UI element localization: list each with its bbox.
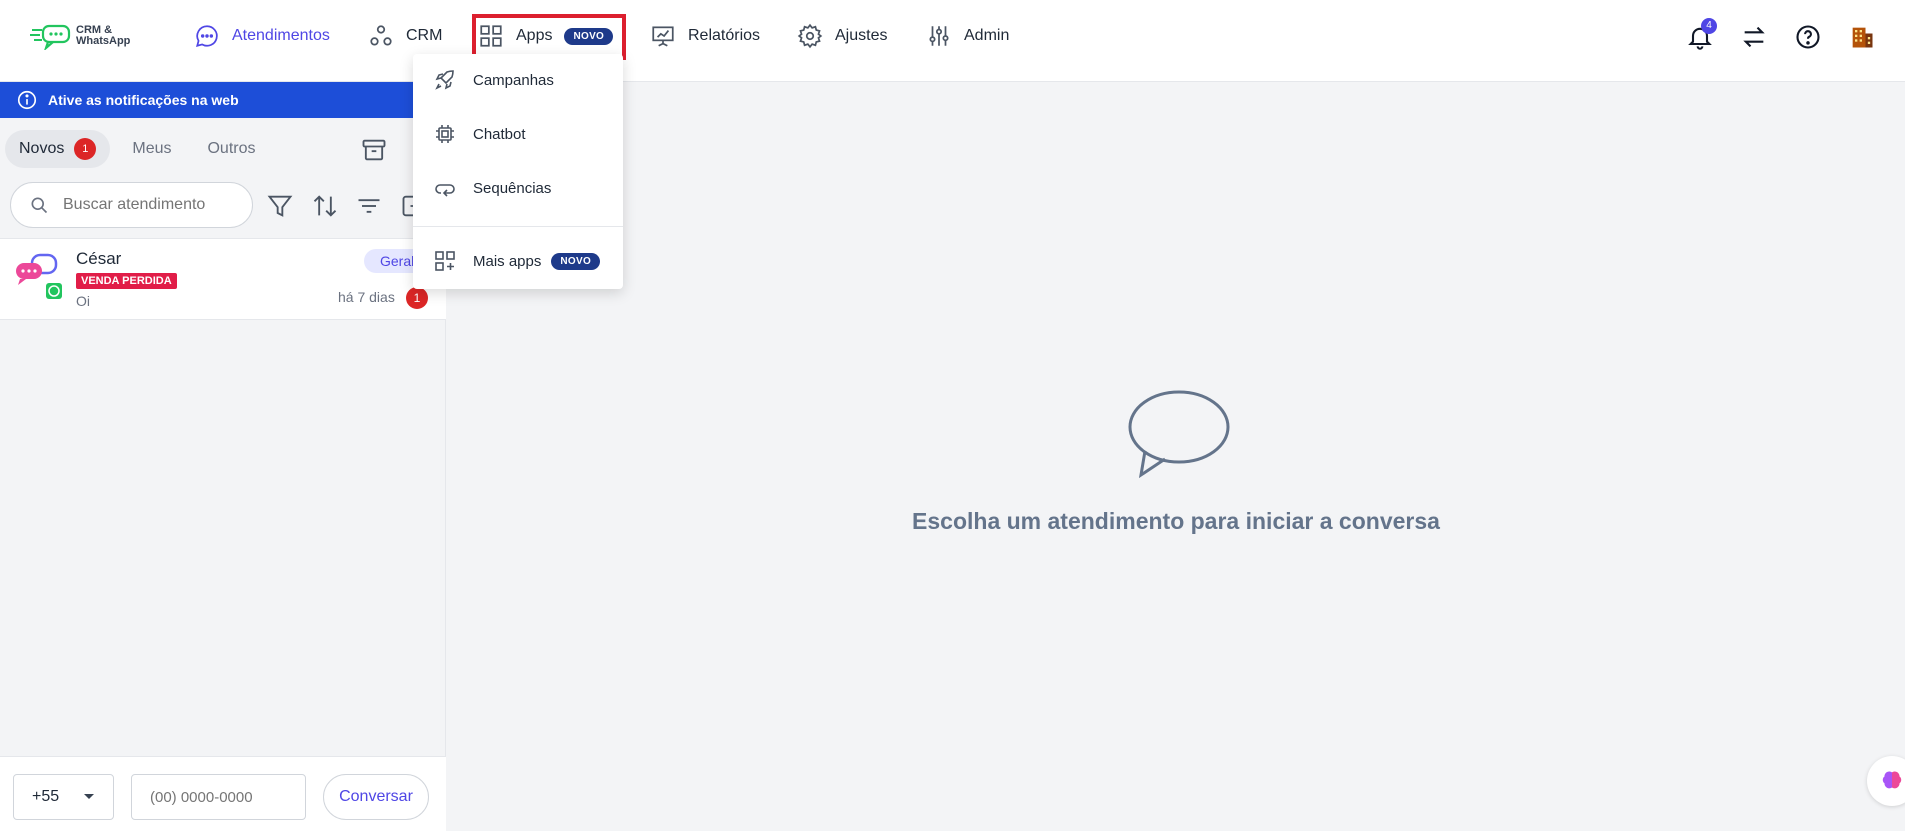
nav-apps[interactable]: Apps NOVO (478, 22, 614, 50)
top-navbar: CRM & WhatsApp Atendimentos CRM Apps NOV… (0, 0, 1905, 82)
contact-name: César (76, 249, 122, 268)
rocket-icon (435, 70, 454, 90)
filter-icon[interactable] (266, 192, 294, 220)
grid-plus-icon (435, 251, 455, 271)
app-logo[interactable]: CRM & WhatsApp (30, 22, 130, 50)
nav-crm-label: CRM (406, 27, 443, 44)
nav-ajustes[interactable]: Ajustes (797, 22, 887, 50)
conversar-button[interactable]: Conversar (323, 774, 429, 820)
logo-icon (30, 24, 71, 50)
brain-icon (1882, 771, 1902, 789)
gear-icon (797, 23, 823, 49)
notification-count-badge: 4 (1701, 18, 1717, 34)
banner-text: Ative as notificações na web (48, 92, 239, 108)
nav-relatorios-label: Relatórios (688, 27, 761, 44)
nav-admin[interactable]: Admin (926, 22, 1009, 50)
conversation-tabs: Novos 1 Meus Outros (5, 130, 270, 168)
novos-count-badge: 1 (74, 138, 97, 160)
menu-item-campanhas[interactable]: Campanhas (413, 58, 623, 102)
nav-atendimentos-label: Atendimentos (232, 27, 330, 44)
unread-count-badge: 1 (406, 287, 428, 309)
web-notifications-banner[interactable]: Ative as notificações na web (0, 82, 446, 118)
nav-apps-label: Apps (516, 27, 553, 44)
nodes-icon (370, 25, 392, 46)
last-message: Oi (76, 293, 90, 309)
info-icon (17, 90, 37, 110)
presentation-chart-icon (652, 26, 674, 47)
nav-ajustes-label: Ajustes (835, 27, 888, 44)
apps-new-badge: NOVO (564, 27, 614, 45)
tab-novos[interactable]: Novos 1 (5, 130, 111, 168)
help-icon[interactable] (1794, 22, 1822, 52)
conversation-list-panel: Novos 1 Meus Outros Buscar atendimento C… (0, 118, 446, 831)
mais-apps-new-badge: NOVO (551, 252, 601, 270)
sliders-icon (929, 26, 949, 46)
menu-item-chatbot[interactable]: Chatbot (413, 112, 623, 156)
logo-text: CRM & WhatsApp (76, 24, 131, 47)
new-chat-bar: +55 Conversar (0, 756, 446, 831)
search-box[interactable] (10, 182, 253, 228)
search-input[interactable] (63, 196, 243, 214)
company-building-icon[interactable] (1848, 22, 1876, 52)
chip-icon (436, 125, 454, 143)
menu-item-mais-apps[interactable]: Mais apps NOVO (413, 239, 623, 283)
chat-area: Escolha um atendimento para iniciar a co… (447, 83, 1905, 831)
apps-dropdown-menu: Campanhas Chatbot Sequências Mais apps N… (413, 54, 623, 289)
loop-icon (435, 184, 455, 197)
nav-crm[interactable]: CRM (368, 22, 442, 50)
nav-admin-label: Admin (964, 27, 1010, 44)
chat-bubble-icon (196, 25, 218, 47)
caret-down-icon (84, 794, 94, 799)
menu-item-sequencias[interactable]: Sequências (413, 166, 623, 210)
search-icon (31, 197, 48, 214)
list-filter-icon[interactable] (355, 192, 383, 220)
switch-arrows-icon[interactable] (1740, 22, 1768, 52)
conversation-time: há 7 dias (338, 289, 395, 305)
nav-atendimentos[interactable]: Atendimentos (194, 22, 330, 50)
grid-icon (480, 25, 502, 47)
speech-bubble-icon (1128, 390, 1230, 479)
status-tag: VENDA PERDIDA (76, 273, 177, 289)
country-code-select[interactable]: +55 (13, 774, 114, 820)
phone-input[interactable] (131, 774, 306, 820)
conversation-row[interactable]: César VENDA PERDIDA Oi Geral há 7 dias 1 (0, 238, 446, 320)
archive-icon[interactable] (360, 136, 388, 164)
menu-divider (413, 226, 623, 227)
tab-outros[interactable]: Outros (193, 130, 269, 168)
chat-avatar-icon (16, 253, 62, 299)
sort-arrows-icon[interactable] (311, 192, 339, 220)
empty-state-text: Escolha um atendimento para iniciar a co… (912, 508, 1440, 534)
tab-meus[interactable]: Meus (118, 130, 185, 168)
nav-relatorios[interactable]: Relatórios (650, 22, 760, 50)
